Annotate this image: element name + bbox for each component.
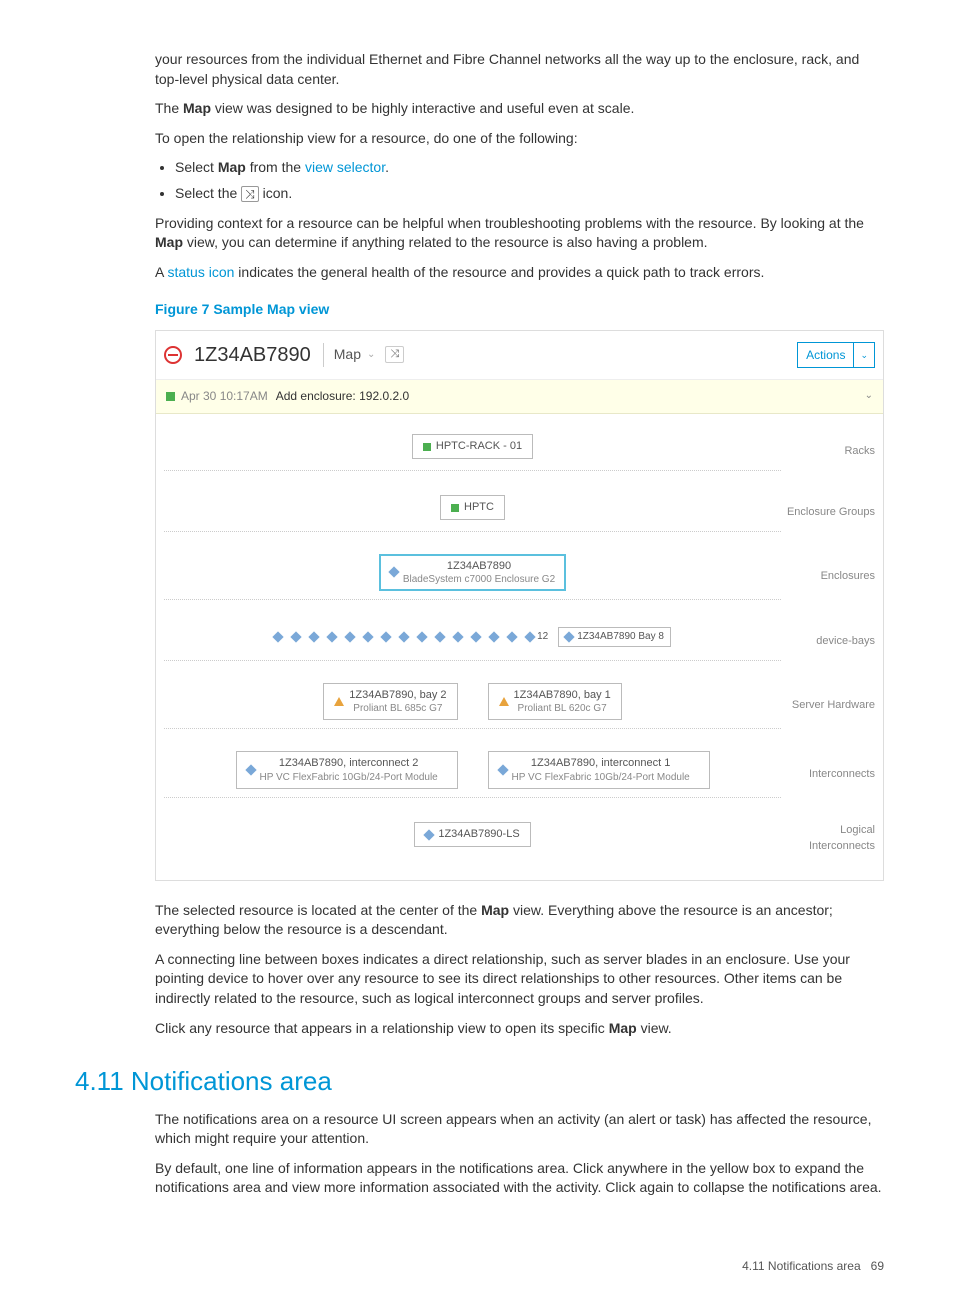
row-label-server-hardware: Server Hardware [781, 698, 875, 713]
status-ok-icon [423, 443, 431, 451]
section-heading: 4.11 Notifications area [40, 1063, 914, 1099]
bay-icon[interactable] [452, 631, 463, 642]
list-item: Select the ⤨ icon. [175, 184, 884, 204]
status-warning-icon [499, 697, 509, 706]
chevron-down-icon[interactable]: ⌄ [865, 389, 873, 403]
instruction-list: Select Map from the view selector. Selec… [155, 158, 884, 203]
chevron-down-icon[interactable]: ⌄ [367, 348, 375, 362]
map-icon: ⤨ [241, 186, 259, 202]
status-unknown-icon [564, 631, 575, 642]
status-unknown-icon [497, 764, 508, 775]
page-footer: 4.11 Notifications area 69 [40, 1258, 914, 1275]
status-icon-link[interactable]: status icon [167, 264, 234, 280]
row-label-interconnects: Interconnects [781, 767, 875, 782]
notification-time: Apr 30 10:17AM [181, 388, 268, 405]
figure-header: 1Z34AB7890 Map ⌄ ⤨ Actions ⌄ [156, 331, 883, 380]
intro-p5: A status icon indicates the general heal… [155, 263, 884, 283]
status-warning-icon [334, 697, 344, 706]
row-label-racks: Racks [781, 444, 875, 459]
view-selector-link[interactable]: view selector [305, 159, 385, 175]
page-content: your resources from the individual Ether… [40, 50, 914, 1038]
row-label-enclosures: Enclosures [781, 569, 875, 584]
section-content: The notifications area on a resource UI … [40, 1110, 914, 1198]
device-bays-row: 12 1Z34AB7890 Bay 8 [274, 627, 671, 647]
row-label-device-bays: device-bays [781, 634, 875, 649]
enclosure-group-node[interactable]: HPTC [440, 495, 505, 520]
notification-bar[interactable]: Apr 30 10:17AM Add enclosure: 192.0.2.0 … [156, 380, 883, 414]
bay-icon[interactable] [326, 631, 337, 642]
bay-node[interactable]: 1Z34AB7890 Bay 8 [558, 627, 671, 647]
map-icon[interactable]: ⤨ [385, 346, 404, 363]
after-p3: Click any resource that appears in a rel… [155, 1019, 884, 1039]
intro-p1: your resources from the individual Ether… [155, 50, 884, 89]
figure-caption: Figure 7 Sample Map view [155, 300, 884, 320]
bay-icon[interactable] [362, 631, 373, 642]
server-hw-node[interactable]: 1Z34AB7890, bay 2 Proliant BL 685c G7 [323, 683, 457, 720]
bay-icon[interactable] [434, 631, 445, 642]
interconnect-node[interactable]: 1Z34AB7890, interconnect 2 HP VC FlexFab… [236, 751, 458, 788]
view-picker[interactable]: Map [334, 345, 361, 365]
intro-p4: Providing context for a resource can be … [155, 214, 884, 253]
intro-p3: To open the relationship view for a reso… [155, 129, 884, 149]
map-body: HPTC-RACK - 01 Racks HPTC Enclosure Grou… [156, 414, 883, 880]
after-p2: A connecting line between boxes indicate… [155, 950, 884, 1009]
row-label-enclosure-groups: Enclosure Groups [781, 505, 875, 520]
bay-icon[interactable] [524, 631, 535, 642]
notification-message: Add enclosure: 192.0.2.0 [276, 388, 409, 405]
interconnect-node[interactable]: 1Z34AB7890, interconnect 1 HP VC FlexFab… [488, 751, 710, 788]
status-ok-icon [166, 392, 175, 401]
resource-title: 1Z34AB7890 [194, 341, 311, 369]
enclosure-node-selected[interactable]: 1Z34AB7890 BladeSystem c7000 Enclosure G… [379, 554, 566, 591]
bay-icon[interactable] [290, 631, 301, 642]
chevron-down-icon: ⌄ [854, 345, 874, 366]
bay-icon[interactable] [398, 631, 409, 642]
section-p2: By default, one line of information appe… [155, 1159, 884, 1198]
bay-icon[interactable] [416, 631, 427, 642]
section-p1: The notifications area on a resource UI … [155, 1110, 884, 1149]
bay-icon[interactable] [380, 631, 391, 642]
bay-icon[interactable] [344, 631, 355, 642]
sample-map-figure: 1Z34AB7890 Map ⌄ ⤨ Actions ⌄ Apr 30 10:1… [155, 330, 884, 881]
status-unknown-icon [388, 567, 399, 578]
row-label-logical-interconnects: Logical Interconnects [781, 823, 875, 854]
rack-node[interactable]: HPTC-RACK - 01 [412, 434, 533, 459]
logical-interconnect-node[interactable]: 1Z34AB7890-LS [414, 822, 530, 847]
status-unknown-icon [245, 764, 256, 775]
server-hw-node[interactable]: 1Z34AB7890, bay 1 Proliant BL 620c G7 [488, 683, 622, 720]
bay-icon[interactable] [488, 631, 499, 642]
list-item: Select Map from the view selector. [175, 158, 884, 178]
status-ok-icon [451, 504, 459, 512]
intro-p2: The Map view was designed to be highly i… [155, 99, 884, 119]
bay-icon[interactable] [308, 631, 319, 642]
status-unknown-icon [424, 829, 435, 840]
after-p1: The selected resource is located at the … [155, 901, 884, 940]
bay-icon[interactable] [470, 631, 481, 642]
actions-button[interactable]: Actions ⌄ [797, 342, 875, 369]
bay-icon[interactable] [506, 631, 517, 642]
collapse-icon[interactable] [164, 346, 182, 364]
bay-icon[interactable] [272, 631, 283, 642]
